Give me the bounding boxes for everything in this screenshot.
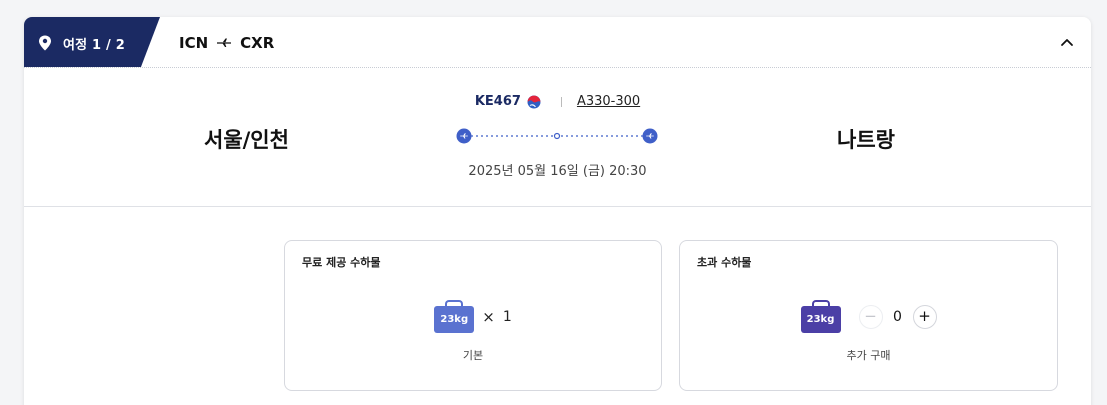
korean-air-logo-icon: [527, 95, 541, 108]
decrease-button[interactable]: −: [858, 304, 883, 329]
origin-code: ICN: [179, 34, 209, 52]
free-baggage-caption: 기본: [462, 349, 484, 362]
arrival-plane-icon: [642, 128, 658, 144]
extra-baggage-stepper: − 0 +: [858, 304, 937, 329]
itinerary-label: 여정 1 / 2: [63, 38, 125, 53]
free-baggage-weight: 23kg: [434, 306, 475, 333]
route-summary: ICN CXR: [179, 34, 274, 52]
extra-baggage-title: 초과 수하물: [697, 256, 752, 269]
extra-baggage-box: 초과 수하물 23kg − 0 + 추가 구매: [679, 240, 1058, 391]
itinerary-tab: 여정 1 / 2: [24, 17, 160, 67]
extra-baggage-weight: 23kg: [800, 306, 841, 333]
multiply-symbol: ×: [482, 307, 495, 326]
flight-info-separator: [560, 96, 562, 107]
plane-icon: [217, 38, 232, 47]
extra-baggage-quantity: 0: [893, 308, 902, 325]
section-divider: [24, 206, 1091, 207]
itinerary-card: 여정 1 / 2 ICN CXR KE467 A330-300 서울/인천 나트…: [24, 17, 1091, 405]
header-divider: [24, 67, 1091, 68]
arrival-city: 나트랑: [837, 128, 895, 152]
free-baggage-count: 1: [502, 308, 512, 325]
departure-plane-icon: [456, 128, 472, 144]
free-baggage-box: 무료 제공 수하물 23kg × 1 기본: [284, 240, 662, 391]
chevron-up-icon[interactable]: [1058, 34, 1076, 50]
destination-code: CXR: [240, 34, 275, 52]
extra-baggage-caption: 추가 구매: [846, 349, 891, 362]
flight-route-track: [456, 128, 658, 144]
free-baggage-title: 무료 제공 수하물: [302, 256, 381, 269]
suitcase-icon: 23kg: [800, 300, 841, 333]
flight-number: KE467: [474, 94, 521, 109]
aircraft-link[interactable]: A330-300: [577, 94, 640, 109]
free-baggage-row: 23kg × 1: [285, 300, 661, 333]
departure-city: 서울/인천: [204, 128, 289, 152]
departure-datetime: 2025년 05월 16일 (금) 20:30: [468, 164, 647, 179]
increase-button[interactable]: +: [912, 304, 937, 329]
suitcase-icon: 23kg: [434, 300, 475, 333]
flight-info-row: KE467 A330-300: [24, 94, 1091, 109]
extra-baggage-row: 23kg − 0 +: [680, 300, 1057, 333]
stopover-dot: [553, 132, 561, 140]
location-pin-icon: [39, 35, 51, 51]
